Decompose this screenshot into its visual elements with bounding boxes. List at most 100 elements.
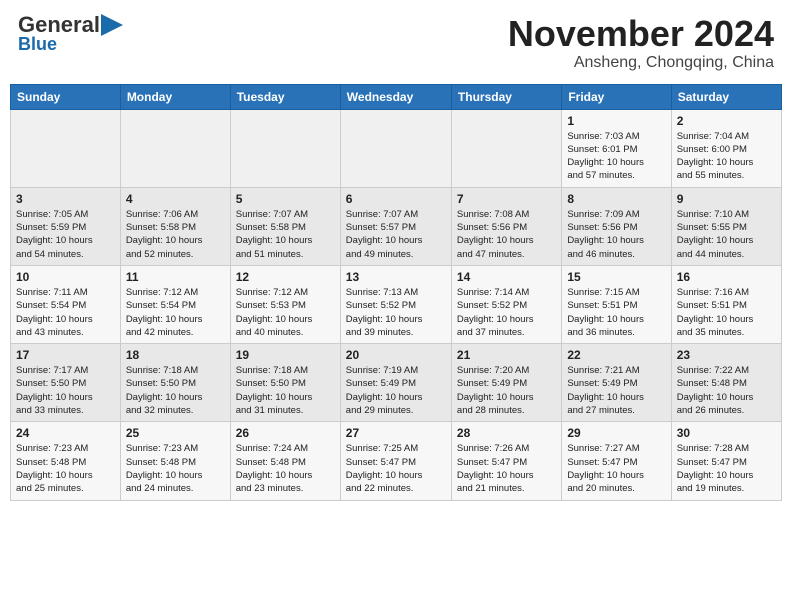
day-number: 7	[457, 192, 556, 206]
day-info: Sunrise: 7:11 AM Sunset: 5:54 PM Dayligh…	[16, 286, 115, 339]
calendar-cell: 30 Sunrise: 7:28 AM Sunset: 5:47 PM Dayli…	[671, 422, 781, 500]
day-info: Sunrise: 7:18 AM Sunset: 5:50 PM Dayligh…	[236, 364, 335, 417]
calendar-cell: 8Sunrise: 7:09 AM Sunset: 5:56 PM Daylig…	[562, 187, 671, 265]
day-info: Sunrise: 7:13 AM Sunset: 5:52 PM Dayligh…	[346, 286, 446, 339]
calendar-cell: 10 Sunrise: 7:11 AM Sunset: 5:54 PM Dayli…	[11, 265, 121, 343]
calendar-table: SundayMondayTuesdayWednesdayThursdayFrid…	[10, 84, 782, 501]
day-info: Sunrise: 7:20 AM Sunset: 5:49 PM Dayligh…	[457, 364, 556, 417]
calendar-cell: 2Sunrise: 7:04 AM Sunset: 6:00 PM Daylig…	[671, 109, 781, 187]
logo-text-general: General	[18, 14, 100, 36]
day-number: 20	[346, 348, 446, 362]
day-number: 9	[677, 192, 776, 206]
day-info: Sunrise: 7:05 AM Sunset: 5:59 PM Dayligh…	[16, 208, 115, 261]
calendar-cell: 20 Sunrise: 7:19 AM Sunset: 5:49 PM Dayli…	[340, 344, 451, 422]
page-subtitle: Ansheng, Chongqing, China	[508, 54, 774, 72]
day-info: Sunrise: 7:23 AM Sunset: 5:48 PM Dayligh…	[16, 442, 115, 495]
day-info: Sunrise: 7:26 AM Sunset: 5:47 PM Dayligh…	[457, 442, 556, 495]
day-number: 14	[457, 270, 556, 284]
day-info: Sunrise: 7:24 AM Sunset: 5:48 PM Dayligh…	[236, 442, 335, 495]
calendar-cell: 28 Sunrise: 7:26 AM Sunset: 5:47 PM Dayli…	[451, 422, 561, 500]
day-info: Sunrise: 7:27 AM Sunset: 5:47 PM Dayligh…	[567, 442, 665, 495]
calendar-cell: 29 Sunrise: 7:27 AM Sunset: 5:47 PM Dayli…	[562, 422, 671, 500]
day-number: 12	[236, 270, 335, 284]
day-info: Sunrise: 7:06 AM Sunset: 5:58 PM Dayligh…	[126, 208, 225, 261]
weekday-header-thursday: Thursday	[451, 84, 561, 109]
calendar-cell: 16 Sunrise: 7:16 AM Sunset: 5:51 PM Dayli…	[671, 265, 781, 343]
weekday-header-wednesday: Wednesday	[340, 84, 451, 109]
calendar-cell	[451, 109, 561, 187]
logo-arrow-icon	[101, 14, 123, 36]
day-number: 16	[677, 270, 776, 284]
day-number: 23	[677, 348, 776, 362]
calendar-cell: 14 Sunrise: 7:14 AM Sunset: 5:52 PM Dayli…	[451, 265, 561, 343]
calendar-cell: 12 Sunrise: 7:12 AM Sunset: 5:53 PM Dayli…	[230, 265, 340, 343]
calendar-cell: 18Sunrise: 7:18 AM Sunset: 5:50 PM Dayli…	[120, 344, 230, 422]
logo-text-blue: Blue	[18, 34, 57, 55]
calendar-week-row: 10 Sunrise: 7:11 AM Sunset: 5:54 PM Dayli…	[11, 265, 782, 343]
day-info: Sunrise: 7:16 AM Sunset: 5:51 PM Dayligh…	[677, 286, 776, 339]
day-number: 18	[126, 348, 225, 362]
day-number: 3	[16, 192, 115, 206]
calendar-cell: 3 Sunrise: 7:05 AM Sunset: 5:59 PM Daylig…	[11, 187, 121, 265]
day-info: Sunrise: 7:28 AM Sunset: 5:47 PM Dayligh…	[677, 442, 776, 495]
day-number: 25	[126, 426, 225, 440]
day-info: Sunrise: 7:21 AM Sunset: 5:49 PM Dayligh…	[567, 364, 665, 417]
day-number: 29	[567, 426, 665, 440]
day-number: 15	[567, 270, 665, 284]
day-number: 13	[346, 270, 446, 284]
calendar-cell: 11 Sunrise: 7:12 AM Sunset: 5:54 PM Dayli…	[120, 265, 230, 343]
day-number: 28	[457, 426, 556, 440]
day-info: Sunrise: 7:07 AM Sunset: 5:58 PM Dayligh…	[236, 208, 335, 261]
calendar-cell: 26Sunrise: 7:24 AM Sunset: 5:48 PM Dayli…	[230, 422, 340, 500]
day-number: 11	[126, 270, 225, 284]
weekday-header-tuesday: Tuesday	[230, 84, 340, 109]
calendar-cell: 13 Sunrise: 7:13 AM Sunset: 5:52 PM Dayli…	[340, 265, 451, 343]
calendar-cell: 22 Sunrise: 7:21 AM Sunset: 5:49 PM Dayli…	[562, 344, 671, 422]
day-number: 5	[236, 192, 335, 206]
calendar-week-row: 3 Sunrise: 7:05 AM Sunset: 5:59 PM Daylig…	[11, 187, 782, 265]
calendar-cell: 21 Sunrise: 7:20 AM Sunset: 5:49 PM Dayli…	[451, 344, 561, 422]
day-info: Sunrise: 7:12 AM Sunset: 5:53 PM Dayligh…	[236, 286, 335, 339]
calendar-cell: 25 Sunrise: 7:23 AM Sunset: 5:48 PM Dayli…	[120, 422, 230, 500]
calendar-cell: 6 Sunrise: 7:07 AM Sunset: 5:57 PM Daylig…	[340, 187, 451, 265]
calendar-cell: 4 Sunrise: 7:06 AM Sunset: 5:58 PM Daylig…	[120, 187, 230, 265]
day-info: Sunrise: 7:14 AM Sunset: 5:52 PM Dayligh…	[457, 286, 556, 339]
day-info: Sunrise: 7:23 AM Sunset: 5:48 PM Dayligh…	[126, 442, 225, 495]
day-info: Sunrise: 7:10 AM Sunset: 5:55 PM Dayligh…	[677, 208, 776, 261]
day-info: Sunrise: 7:15 AM Sunset: 5:51 PM Dayligh…	[567, 286, 665, 339]
day-number: 6	[346, 192, 446, 206]
title-block: November 2024 Ansheng, Chongqing, China	[508, 14, 774, 72]
weekday-header-friday: Friday	[562, 84, 671, 109]
day-number: 30	[677, 426, 776, 440]
day-number: 19	[236, 348, 335, 362]
calendar-cell: 19 Sunrise: 7:18 AM Sunset: 5:50 PM Dayli…	[230, 344, 340, 422]
day-info: Sunrise: 7:19 AM Sunset: 5:49 PM Dayligh…	[346, 364, 446, 417]
calendar-cell: 17Sunrise: 7:17 AM Sunset: 5:50 PM Dayli…	[11, 344, 121, 422]
day-info: Sunrise: 7:12 AM Sunset: 5:54 PM Dayligh…	[126, 286, 225, 339]
calendar-cell: 1Sunrise: 7:03 AM Sunset: 6:01 PM Daylig…	[562, 109, 671, 187]
calendar-cell: 5 Sunrise: 7:07 AM Sunset: 5:58 PM Daylig…	[230, 187, 340, 265]
weekday-header-monday: Monday	[120, 84, 230, 109]
calendar-cell: 9 Sunrise: 7:10 AM Sunset: 5:55 PM Daylig…	[671, 187, 781, 265]
calendar-header-row: SundayMondayTuesdayWednesdayThursdayFrid…	[11, 84, 782, 109]
calendar-cell: 23Sunrise: 7:22 AM Sunset: 5:48 PM Dayli…	[671, 344, 781, 422]
day-number: 22	[567, 348, 665, 362]
day-number: 21	[457, 348, 556, 362]
calendar-cell	[11, 109, 121, 187]
day-number: 17	[16, 348, 115, 362]
calendar-cell	[340, 109, 451, 187]
calendar-week-row: 17Sunrise: 7:17 AM Sunset: 5:50 PM Dayli…	[11, 344, 782, 422]
day-info: Sunrise: 7:04 AM Sunset: 6:00 PM Dayligh…	[677, 130, 776, 183]
day-number: 4	[126, 192, 225, 206]
calendar-cell: 7Sunrise: 7:08 AM Sunset: 5:56 PM Daylig…	[451, 187, 561, 265]
day-number: 27	[346, 426, 446, 440]
day-info: Sunrise: 7:25 AM Sunset: 5:47 PM Dayligh…	[346, 442, 446, 495]
day-info: Sunrise: 7:07 AM Sunset: 5:57 PM Dayligh…	[346, 208, 446, 261]
day-number: 24	[16, 426, 115, 440]
day-number: 10	[16, 270, 115, 284]
page-header: General Blue November 2024 Ansheng, Chon…	[10, 10, 782, 76]
logo: General Blue	[18, 14, 123, 55]
weekday-header-saturday: Saturday	[671, 84, 781, 109]
calendar-week-row: 24 Sunrise: 7:23 AM Sunset: 5:48 PM Dayli…	[11, 422, 782, 500]
calendar-cell: 24 Sunrise: 7:23 AM Sunset: 5:48 PM Dayli…	[11, 422, 121, 500]
